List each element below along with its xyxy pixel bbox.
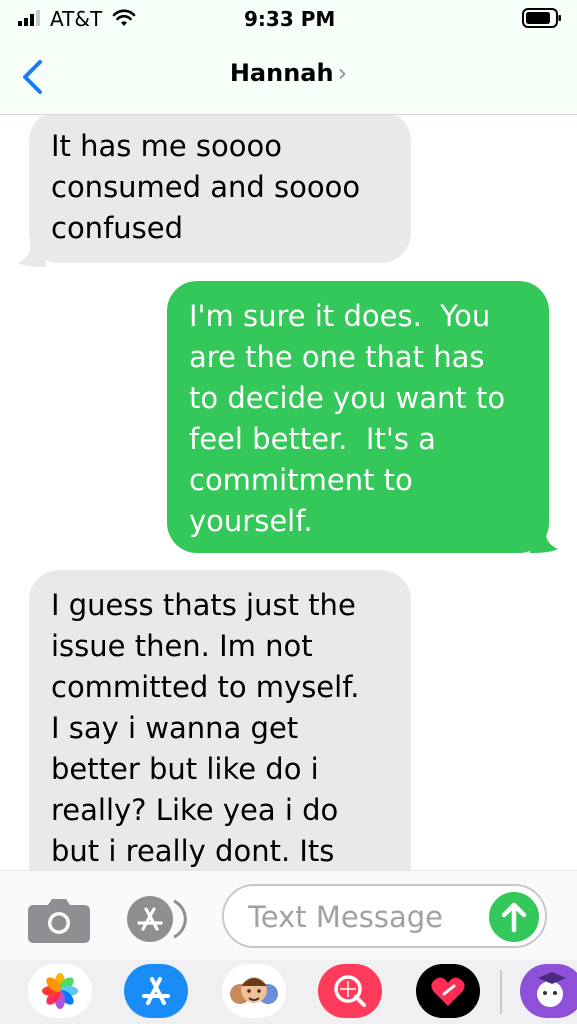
- app-store-drawer-icon[interactable]: [124, 895, 194, 943]
- send-button[interactable]: [489, 892, 539, 942]
- app-store-icon: [142, 977, 170, 1005]
- battery-icon: [522, 8, 561, 28]
- memoji-app-button[interactable]: [222, 964, 286, 1018]
- message-input-field[interactable]: [222, 884, 547, 948]
- imessage-app-tray: [0, 960, 577, 1024]
- incoming-message-bubble[interactable]: I guess thats just the issue then. Im no…: [29, 570, 411, 870]
- memoji-icon: [230, 977, 278, 1004]
- signal-strength-icon: [18, 10, 40, 26]
- contact-name: Hannah: [229, 59, 334, 87]
- carrier-label: AT&T: [50, 7, 103, 31]
- contact-name-button[interactable]: Hannah ›: [0, 59, 577, 87]
- message-thread[interactable]: It has me soooo consumed and soooo confu…: [0, 115, 577, 870]
- compose-bar: [0, 870, 577, 961]
- incoming-message-bubble[interactable]: It has me soooo consumed and soooo confu…: [29, 115, 411, 263]
- message-input[interactable]: [246, 896, 490, 938]
- tray-divider: [500, 970, 502, 1014]
- clock-time: 9:33 PM: [244, 7, 336, 31]
- outgoing-message-bubble[interactable]: I'm sure it does. You are the one that h…: [167, 281, 549, 553]
- photos-icon: [42, 973, 78, 1009]
- conversation-header: Hannah ›: [0, 40, 577, 115]
- sticker-app-icon: [537, 972, 566, 1007]
- chevron-right-icon: ›: [337, 59, 348, 87]
- camera-icon[interactable]: [28, 899, 90, 943]
- image-search-app-button[interactable]: [318, 964, 382, 1018]
- status-bar: AT&T 9:33 PM: [0, 0, 577, 40]
- sticker-app-button[interactable]: [520, 964, 577, 1018]
- wifi-icon: [112, 9, 136, 26]
- photos-app-button[interactable]: [28, 964, 92, 1018]
- digital-touch-icon: [431, 977, 465, 1006]
- app-store-app-button[interactable]: [124, 964, 188, 1018]
- search-images-icon: [334, 975, 366, 1007]
- arrow-up-icon: [501, 902, 527, 933]
- digital-touch-app-button[interactable]: [416, 964, 480, 1018]
